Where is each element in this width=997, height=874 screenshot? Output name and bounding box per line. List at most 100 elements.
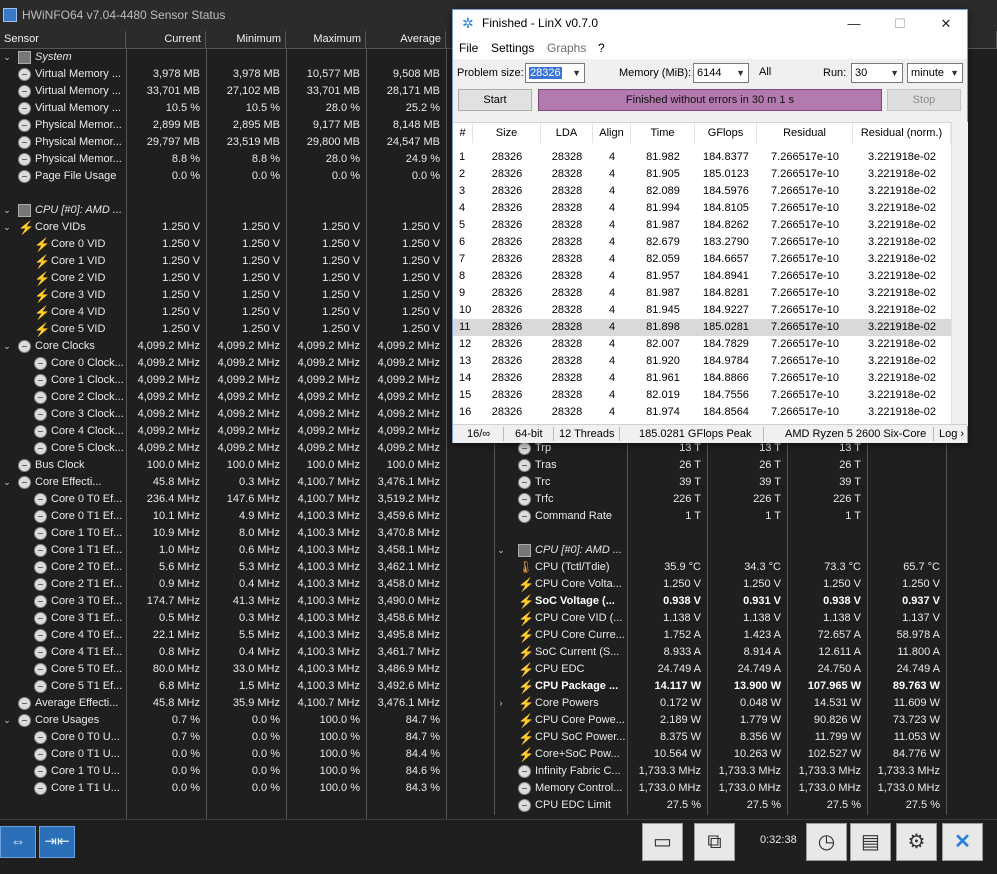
problem-size-combo[interactable]: 28326 ▼: [525, 63, 585, 83]
sensor-row[interactable]: Core 1 T1 Ef... 1.0 MHz 0.6 MHz 4,100.3 MHz…: [0, 542, 446, 559]
sensor-row[interactable]: Virtual Memory ... 33,701 MB 27,102 MB 33,7…: [0, 83, 446, 100]
column-header[interactable]: Maximum: [286, 31, 366, 49]
nav-left-right-icon[interactable]: ⇔: [0, 826, 36, 858]
sensor-row[interactable]: ⚡ CPU Package ... 14.117 W 13.900 W 107.965 …: [494, 678, 946, 695]
sensor-row[interactable]: Average Effecti... 45.8 MHz 35.9 MHz 4,100.…: [0, 695, 446, 712]
sensor-row[interactable]: Core 0 T0 U... 0.7 % 0.0 % 100.0 % 84.7 %: [0, 729, 446, 746]
results-scrollbar[interactable]: [951, 122, 968, 426]
table-row[interactable]: 6 28326 28328 4 82.679 183.2790 7.266517e-10 3.…: [453, 234, 951, 251]
sensor-row[interactable]: ⚡ Core 0 VID 1.250 V 1.250 V 1.250 V 1.250 V: [0, 236, 446, 253]
status-log[interactable]: Log ›: [939, 425, 964, 443]
table-row[interactable]: 11 28326 28328 4 81.898 185.0281 7.266517e-10 3…: [453, 319, 951, 336]
sensor-row[interactable]: [494, 525, 946, 542]
clock-icon[interactable]: ◷: [806, 823, 847, 861]
left-sensor-list[interactable]: ⌄ System Virtual Memory ... 3,978 MB 3,978 M…: [0, 49, 446, 819]
sensor-row[interactable]: ⚡ Core+SoC Pow... 10.564 W 10.263 W 102.527 …: [494, 746, 946, 763]
sensor-row[interactable]: ⚡ CPU Core VID (... 1.138 V 1.138 V 1.138 V 1…: [494, 610, 946, 627]
column-header[interactable]: Minimum: [206, 31, 286, 49]
right-sensor-list[interactable]: Trp 13 T 13 T 13 T Tras 26 T 26 T 26 T Trc 39 T 39…: [494, 440, 946, 815]
sensor-row[interactable]: Virtual Memory ... 3,978 MB 3,978 MB 10,577…: [0, 66, 446, 83]
table-row[interactable]: 14 28326 28328 4 81.961 184.8866 7.266517e-10 3…: [453, 370, 951, 387]
results-table[interactable]: # Size LDA Align Time GFlops Residual Residual …: [453, 122, 951, 426]
table-header[interactable]: Residual (norm.): [853, 123, 951, 143]
report-add-icon[interactable]: ▤: [850, 823, 891, 861]
sensor-row[interactable]: CPU EDC Limit 27.5 % 27.5 % 27.5 % 27.5 %: [494, 797, 946, 814]
sensor-row[interactable]: Core 1 T1 U... 0.0 % 0.0 % 100.0 % 84.3 %: [0, 780, 446, 797]
chevron-down-icon[interactable]: ⌄: [2, 341, 12, 351]
table-row[interactable]: 2 28326 28328 4 81.905 185.0123 7.266517e-10 3.…: [453, 166, 951, 183]
sensor-row[interactable]: ⚡ CPU Core Curre... 1.752 A 1.423 A 72.657 A…: [494, 627, 946, 644]
sensor-row[interactable]: Bus Clock 100.0 MHz 100.0 MHz 100.0 MHz 100.…: [0, 457, 446, 474]
table-row[interactable]: 7 28326 28328 4 82.059 184.6657 7.266517e-10 3.…: [453, 251, 951, 268]
minimize-button[interactable]: —: [831, 10, 877, 37]
sensor-row[interactable]: ⚡ Core 2 VID 1.250 V 1.250 V 1.250 V 1.250 V: [0, 270, 446, 287]
menu-file[interactable]: File: [459, 37, 478, 59]
table-row[interactable]: 13 28326 28328 4 81.920 184.9784 7.266517e-10 3…: [453, 353, 951, 370]
sensor-row[interactable]: Core 3 Clock... 4,099.2 MHz 4,099.2 MHz 4,0…: [0, 406, 446, 423]
sensor-row[interactable]: ⌄ Core Clocks 4,099.2 MHz 4,099.2 MHz 4,099.…: [0, 338, 446, 355]
sensor-row[interactable]: Core 1 T0 Ef... 10.9 MHz 8.0 MHz 4,100.3 MH…: [0, 525, 446, 542]
sensor-row[interactable]: Physical Memor... 2,899 MB 2,895 MB 9,177 M…: [0, 117, 446, 134]
sensor-row[interactable]: Core 4 Clock... 4,099.2 MHz 4,099.2 MHz 4,0…: [0, 423, 446, 440]
table-row[interactable]: 12 28326 28328 4 82.007 184.7829 7.266517e-10 3…: [453, 336, 951, 353]
menu-graphs[interactable]: Graphs: [547, 37, 586, 59]
sensor-row[interactable]: Core 0 Clock... 4,099.2 MHz 4,099.2 MHz 4,0…: [0, 355, 446, 372]
sensor-row[interactable]: ⚡ Core 5 VID 1.250 V 1.250 V 1.250 V 1.250 V: [0, 321, 446, 338]
run-unit-combo[interactable]: minute ▼: [907, 63, 963, 83]
column-header[interactable]: Average: [366, 31, 446, 49]
sensor-group-row[interactable]: ⌄ CPU [#0]: AMD ...: [494, 542, 946, 559]
sensor-row[interactable]: ⚡ SoC Voltage (... 0.938 V 0.931 V 0.938 V 0.…: [494, 593, 946, 610]
sensor-row[interactable]: Core 4 T1 Ef... 0.8 MHz 0.4 MHz 4,100.3 MHz…: [0, 644, 446, 661]
sensor-row[interactable]: [0, 185, 446, 202]
sensor-row[interactable]: Infinity Fabric C... 1,733.3 MHz 1,733.3 M…: [494, 763, 946, 780]
table-header[interactable]: Align: [593, 123, 631, 143]
sensor-row[interactable]: Core 2 T1 Ef... 0.9 MHz 0.4 MHz 4,100.3 MHz…: [0, 576, 446, 593]
sensor-row[interactable]: ⚡ SoC Current (S... 8.933 A 8.914 A 12.611 A…: [494, 644, 946, 661]
sensor-row[interactable]: Page File Usage 0.0 % 0.0 % 0.0 % 0.0 %: [0, 168, 446, 185]
table-header[interactable]: GFlops: [695, 123, 757, 143]
sensor-row[interactable]: Command Rate 1 T 1 T 1 T: [494, 508, 946, 525]
table-header[interactable]: LDA: [541, 123, 593, 143]
sensor-row[interactable]: Core 3 T0 Ef... 174.7 MHz 41.3 MHz 4,100.3 …: [0, 593, 446, 610]
sensor-row[interactable]: Physical Memor... 29,797 MB 23,519 MB 29,80…: [0, 134, 446, 151]
column-header[interactable]: Current: [126, 31, 206, 49]
sensor-row[interactable]: ⚡ Core 1 VID 1.250 V 1.250 V 1.250 V 1.250 V: [0, 253, 446, 270]
monitor-icon[interactable]: ▭: [642, 823, 683, 861]
sensor-row[interactable]: Core 0 T1 U... 0.0 % 0.0 % 100.0 % 84.4 %: [0, 746, 446, 763]
sensor-row[interactable]: ⚡ CPU Core Powe... 2.189 W 1.779 W 90.826 W 7…: [494, 712, 946, 729]
chevron-right-icon[interactable]: ›: [496, 698, 506, 708]
sensor-row[interactable]: ⚡ Core 3 VID 1.250 V 1.250 V 1.250 V 1.250 V: [0, 287, 446, 304]
sensor-row[interactable]: Core 0 T0 Ef... 236.4 MHz 147.6 MHz 4,100.7…: [0, 491, 446, 508]
sensor-row[interactable]: ⌄ Core Effecti... 45.8 MHz 0.3 MHz 4,100.7 M…: [0, 474, 446, 491]
table-header[interactable]: Time: [631, 123, 695, 143]
sensor-row[interactable]: Core 1 Clock... 4,099.2 MHz 4,099.2 MHz 4,0…: [0, 372, 446, 389]
table-row[interactable]: 1 28326 28328 4 81.982 184.8377 7.266517e-10 3.…: [453, 149, 951, 166]
chevron-down-icon[interactable]: ⌄: [496, 545, 506, 555]
table-row[interactable]: 4 28326 28328 4 81.994 184.8105 7.266517e-10 3.…: [453, 200, 951, 217]
sensor-group-row[interactable]: ⌄ CPU [#0]: AMD ...: [0, 202, 446, 219]
table-header[interactable]: Residual: [757, 123, 853, 143]
all-label[interactable]: All: [759, 62, 771, 82]
sensor-row[interactable]: Core 4 T0 Ef... 22.1 MHz 5.5 MHz 4,100.3 MH…: [0, 627, 446, 644]
sensor-row[interactable]: Memory Control... 1,733.0 MHz 1,733.0 MHz 1…: [494, 780, 946, 797]
sensor-group-row[interactable]: ⌄ System: [0, 49, 446, 66]
sensor-row[interactable]: Core 2 Clock... 4,099.2 MHz 4,099.2 MHz 4,0…: [0, 389, 446, 406]
table-row[interactable]: 10 28326 28328 4 81.945 184.9227 7.266517e-10 3…: [453, 302, 951, 319]
start-button[interactable]: Start: [458, 89, 532, 111]
sensor-row[interactable]: Trc 39 T 39 T 39 T: [494, 474, 946, 491]
menu-settings[interactable]: Settings: [491, 37, 534, 59]
chevron-down-icon[interactable]: ⌄: [2, 222, 12, 232]
table-row[interactable]: 15 28326 28328 4 82.019 184.7556 7.266517e-10 3…: [453, 387, 951, 404]
sensor-row[interactable]: Virtual Memory ... 10.5 % 10.5 % 28.0 % 25.2…: [0, 100, 446, 117]
table-row[interactable]: 9 28326 28328 4 81.987 184.8281 7.266517e-10 3.…: [453, 285, 951, 302]
sensor-row[interactable]: Tras 26 T 26 T 26 T: [494, 457, 946, 474]
sensor-row[interactable]: Core 1 T0 U... 0.0 % 0.0 % 100.0 % 84.6 %: [0, 763, 446, 780]
network-icon[interactable]: ⧉: [694, 823, 735, 861]
chevron-down-icon[interactable]: ⌄: [2, 52, 12, 62]
table-row[interactable]: 5 28326 28328 4 81.987 184.8262 7.266517e-10 3.…: [453, 217, 951, 234]
table-row[interactable]: 8 28326 28328 4 81.957 184.8941 7.266517e-10 3.…: [453, 268, 951, 285]
menu-help[interactable]: ?: [598, 37, 605, 59]
chevron-down-icon[interactable]: ⌄: [2, 715, 12, 725]
sensor-row[interactable]: ⚡ CPU Core Volta... 1.250 V 1.250 V 1.250 V 1…: [494, 576, 946, 593]
nav-collapse-icon[interactable]: ⇥⇤: [39, 826, 75, 858]
